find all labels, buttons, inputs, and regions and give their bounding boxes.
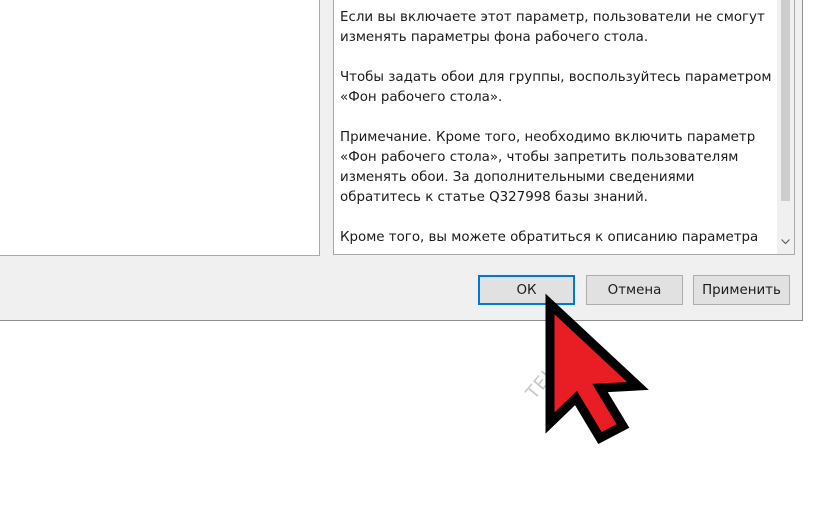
ok-button[interactable]: ОК: [478, 275, 575, 305]
policy-dialog: Если вы включаете этот параметр, пользов…: [0, 0, 803, 321]
help-paragraph: Кроме того, вы можете обратиться к описа…: [340, 230, 759, 245]
help-scrollbar[interactable]: [777, 0, 794, 254]
help-text: Если вы включаете этот параметр, пользов…: [340, 8, 772, 253]
scroll-thumb[interactable]: [781, 0, 790, 201]
help-paragraph: Примечание. Кроме того, необходимо включ…: [340, 130, 756, 205]
options-pane: [0, 0, 320, 256]
apply-button[interactable]: Применить: [693, 275, 790, 305]
chevron-down-icon[interactable]: [777, 234, 794, 251]
help-pane: Если вы включаете этот параметр, пользов…: [333, 0, 795, 255]
help-paragraph: Если вы включаете этот параметр, пользов…: [340, 10, 765, 45]
help-paragraph: Чтобы задать обои для группы, воспользуй…: [340, 70, 772, 105]
watermark: TEHDA: [522, 338, 582, 404]
cancel-button[interactable]: Отмена: [586, 275, 683, 305]
